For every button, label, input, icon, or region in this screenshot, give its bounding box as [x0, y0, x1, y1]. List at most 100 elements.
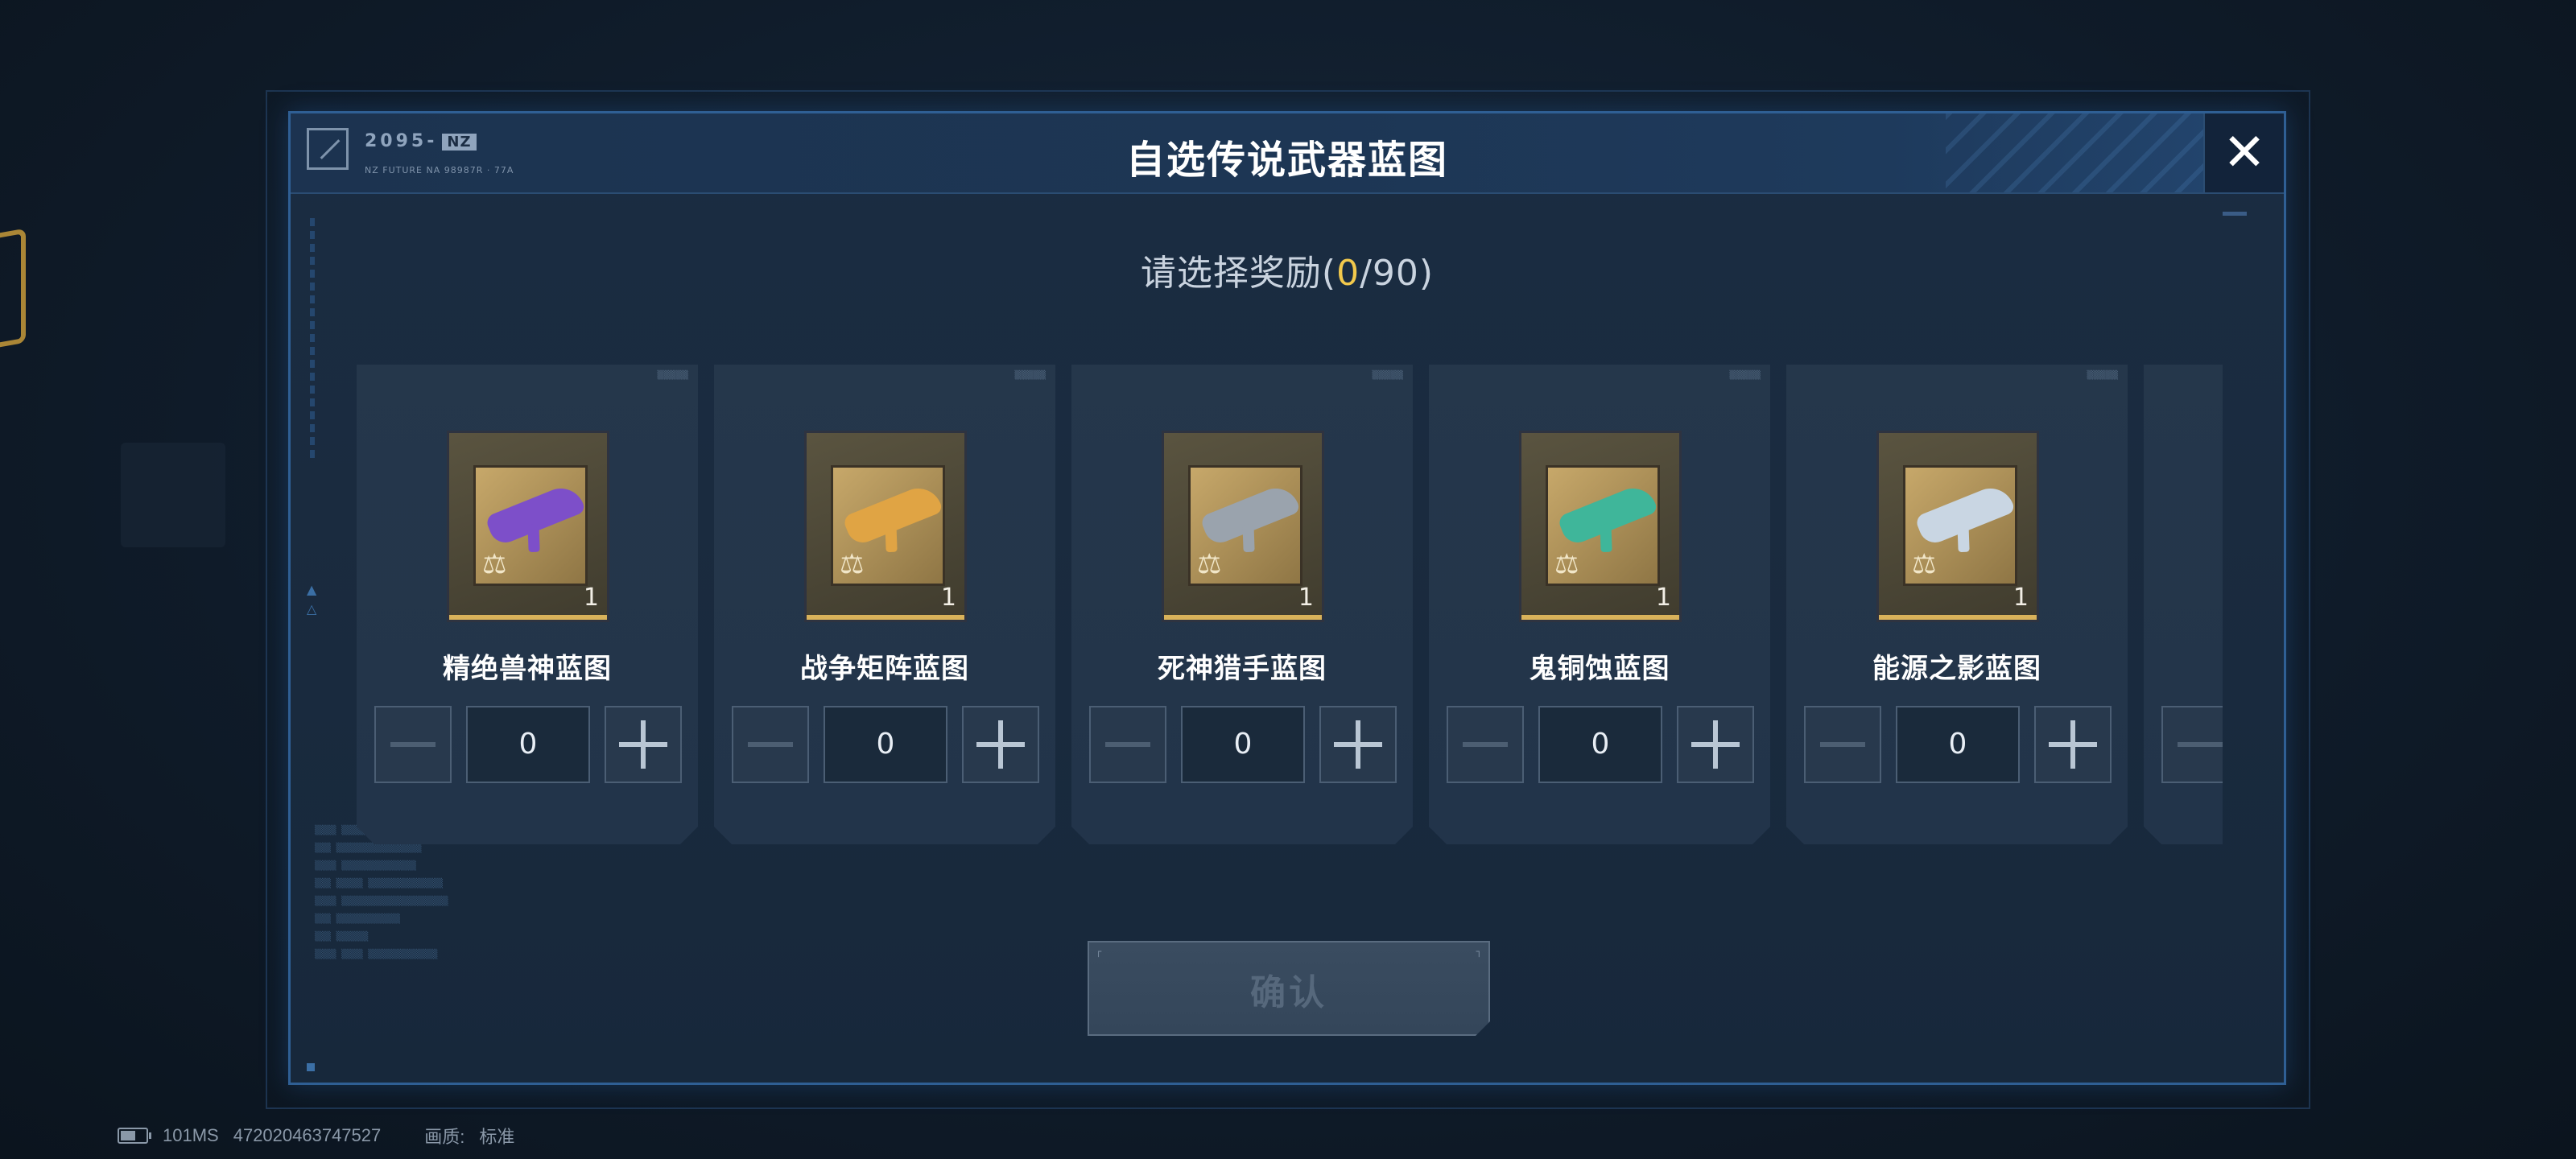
blueprint-frame: ⚖ — [473, 465, 588, 586]
increase-button[interactable] — [1319, 706, 1397, 783]
item-quantity: 1 — [583, 584, 599, 612]
decrease-button[interactable] — [374, 706, 452, 783]
up-arrow-icon: ▲ — [307, 582, 317, 597]
minus-icon — [1463, 742, 1508, 747]
reward-card-partial[interactable] — [2144, 365, 2223, 844]
rarity-bar — [1521, 615, 1679, 620]
blueprint-tile[interactable]: ⚖ 1 — [1162, 431, 1324, 622]
quantity-stepper — [2161, 706, 2223, 785]
increase-button[interactable] — [2034, 706, 2112, 783]
reward-card[interactable]: ▒▒▒▒▒ ⚖ 1 精绝兽神蓝图 0 — [357, 365, 698, 844]
weapon-image — [1199, 481, 1301, 547]
plus-icon — [976, 720, 1025, 769]
card-code: ▒▒▒▒▒ — [657, 371, 688, 380]
plus-icon — [619, 720, 667, 769]
modal-header: 2095- NZ NZ FUTURE NA 98987R · 77A 自选传说武器… — [291, 113, 2284, 194]
quality-value: 标准 — [479, 1127, 515, 1147]
decrease-button[interactable] — [2161, 706, 2223, 783]
battery-icon — [118, 1128, 151, 1144]
item-name: 能源之影蓝图 — [1872, 653, 2041, 685]
blueprint-tile[interactable]: ⚖ 1 — [1876, 431, 2039, 622]
rarity-bar — [807, 615, 964, 620]
corner-dot — [307, 1063, 315, 1071]
quantity-stepper: 0 — [1804, 706, 2112, 785]
corner-mark: ┐ — [1476, 946, 1482, 957]
background-card — [121, 443, 225, 547]
item-quantity: 1 — [940, 584, 956, 612]
blueprint-tile[interactable]: ⚖ 1 — [804, 431, 967, 622]
reward-card[interactable]: ▒▒▒▒▒ ⚖ 1 鬼铜蚀蓝图 0 — [1429, 365, 1770, 844]
minus-icon — [1820, 742, 1865, 747]
card-code: ▒▒▒▒▒ — [1014, 371, 1046, 380]
item-quantity: 1 — [1655, 584, 1671, 612]
card-code: ▒▒▒▒▒ — [1729, 371, 1761, 380]
decrease-button[interactable] — [1089, 706, 1166, 783]
quantity-stepper: 0 — [1447, 706, 1754, 785]
prompt-label: 请选择奖励( — [1140, 253, 1337, 294]
compass-icon: ⚖ — [840, 548, 865, 580]
reward-list[interactable]: ▒▒▒▒▒ ⚖ 1 精绝兽神蓝图 0 ▒▒▒▒▒ ⚖ 1 战争矩阵蓝图 0 ▒▒… — [357, 365, 2223, 844]
quantity-input[interactable]: 0 — [1896, 706, 2020, 783]
quantity-input[interactable]: 0 — [1181, 706, 1305, 783]
minus-icon — [390, 742, 436, 747]
blueprint-tile[interactable]: ⚖ 1 — [1519, 431, 1682, 622]
confirm-button[interactable]: ┌ ┐ 确认 — [1088, 941, 1490, 1036]
weapon-image — [485, 481, 586, 547]
item-quantity: 1 — [2013, 584, 2029, 612]
quantity-stepper: 0 — [374, 706, 682, 785]
total-count: /90) — [1360, 253, 1435, 294]
quantity-input[interactable]: 0 — [1538, 706, 1662, 783]
blueprint-tile[interactable]: ⚖ 1 — [447, 431, 609, 622]
card-code: ▒▒▒▒▒ — [1372, 371, 1403, 380]
item-name: 死神猎手蓝图 — [1158, 653, 1327, 685]
reward-card[interactable]: ▒▒▒▒▒ ⚖ 1 战争矩阵蓝图 0 — [714, 365, 1055, 844]
quality-label: 画质: — [424, 1127, 465, 1147]
decrease-button[interactable] — [732, 706, 809, 783]
ping-value: 101MS — [163, 1125, 219, 1145]
plus-icon — [1334, 720, 1382, 769]
close-underline — [2223, 212, 2247, 216]
plus-icon — [2049, 720, 2097, 769]
blueprint-frame: ⚖ — [1903, 465, 2017, 586]
blueprint-frame: ⚖ — [1188, 465, 1302, 586]
blueprint-frame: ⚖ — [1546, 465, 1660, 586]
modal-title: 自选传说武器蓝图 — [1125, 138, 1448, 183]
minus-icon — [2178, 742, 2223, 747]
weapon-image — [1914, 481, 2016, 547]
corner-mark: ┌ — [1096, 946, 1102, 957]
minus-icon — [1105, 742, 1150, 747]
side-decoration-line — [310, 218, 315, 460]
player-id: 472020463747527 — [233, 1125, 382, 1145]
item-name: 战争矩阵蓝图 — [800, 653, 969, 685]
increase-button[interactable] — [605, 706, 682, 783]
selected-count: 0 — [1336, 253, 1360, 294]
status-bar: 101MS 472020463747527 画质: 标准 — [118, 1122, 514, 1149]
compass-icon: ⚖ — [1912, 548, 1937, 580]
weapon-image — [1557, 481, 1658, 547]
compass-icon: ⚖ — [482, 548, 507, 580]
background-emblem — [0, 228, 26, 353]
close-button[interactable]: ✕ — [2203, 113, 2284, 192]
quantity-input[interactable]: 0 — [824, 706, 947, 783]
game-scene: 2095- NZ NZ FUTURE NA 98987R · 77A 自选传说武器… — [0, 0, 2576, 1159]
reward-card[interactable]: ▒▒▒▒▒ ⚖ 1 能源之影蓝图 0 — [1786, 365, 2128, 844]
minus-icon — [748, 742, 793, 747]
increase-button[interactable] — [962, 706, 1039, 783]
decrease-button[interactable] — [1447, 706, 1524, 783]
reward-card[interactable]: ▒▒▒▒▒ ⚖ 1 死神猎手蓝图 0 — [1071, 365, 1413, 844]
confirm-label: 确认 — [1250, 972, 1327, 1013]
blueprint-frame: ⚖ — [831, 465, 945, 586]
item-name: 精绝兽神蓝图 — [443, 653, 612, 685]
quantity-input[interactable]: 0 — [466, 706, 590, 783]
item-quantity: 1 — [1298, 584, 1314, 612]
increase-button[interactable] — [1677, 706, 1754, 783]
decrease-button[interactable] — [1804, 706, 1881, 783]
close-icon: ✕ — [2223, 123, 2266, 183]
plus-icon — [1691, 720, 1740, 769]
rarity-bar — [1879, 615, 2037, 620]
rarity-bar — [1164, 615, 1322, 620]
weapon-image — [842, 481, 943, 547]
compass-icon: ⚖ — [1197, 548, 1222, 580]
selection-prompt: 请选择奖励(0/90) — [291, 244, 2284, 295]
rarity-bar — [449, 615, 607, 620]
